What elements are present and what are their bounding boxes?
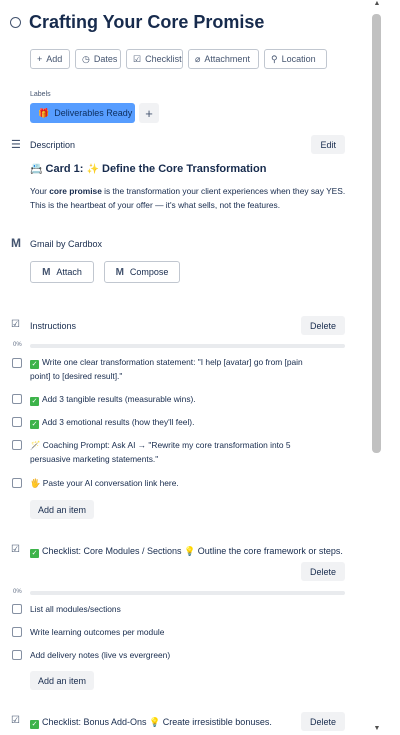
gmail-compose-button[interactable]: M Compose	[104, 261, 180, 283]
delete-bonus-button[interactable]: Delete	[300, 712, 345, 731]
checklist-item-text: Add 3 tangible results (measurable wins)…	[42, 394, 196, 404]
check-mark-icon: ✓	[30, 360, 39, 369]
add-label-button[interactable]: +	[139, 103, 159, 123]
paperclip-icon: ⌀	[195, 53, 201, 64]
checklist-button-label: Checklist	[145, 54, 182, 64]
description-card-heading: 📇 Card 1: ✨ Define the Core Transformati…	[30, 163, 266, 175]
plus-icon: +	[37, 54, 43, 64]
attachment-button[interactable]: ⌀ Attachment	[188, 49, 259, 69]
checklist-item[interactable]: Write learning outcomes per module	[30, 625, 320, 639]
check-mark-icon: ✓	[30, 420, 39, 429]
checklist-item-checkbox[interactable]	[12, 358, 22, 368]
checklist-item[interactable]: ✓ Add 3 tangible results (measurable wins…	[30, 392, 320, 406]
check-mark-icon: ✓	[30, 397, 39, 406]
bonus-heading-text: Checklist: Bonus Add-Ons	[42, 717, 150, 727]
gmail-attach-button[interactable]: M Attach	[30, 261, 94, 283]
attachment-button-label: Attachment	[204, 54, 250, 64]
checklist-item-checkbox[interactable]	[12, 604, 22, 614]
complete-toggle[interactable]	[10, 17, 21, 28]
checklist-item-text: Paste your AI conversation link here.	[42, 478, 179, 488]
checklist-item-text: Write one clear transformation statement…	[30, 357, 303, 381]
gift-icon: 🎁	[38, 107, 50, 118]
scrollbar-thumb[interactable]	[372, 14, 381, 453]
modules-heading: ✓ Checklist: Core Modules / Sections 💡 Ou…	[30, 546, 343, 558]
check-mark-icon: ✓	[30, 720, 39, 729]
modules-heading-text: Checklist: Core Modules / Sections	[42, 546, 185, 556]
card-actions: + Add ◷ Dates ☑ Checklist ⌀ Attachment ⚲…	[30, 49, 327, 69]
add-button[interactable]: + Add	[30, 49, 70, 69]
check-mark-icon: ✓	[30, 549, 39, 558]
add-item-button[interactable]: Add an item	[30, 500, 95, 519]
instructions-progress-label: 0%	[13, 342, 22, 348]
description-icon: ☰	[11, 139, 21, 151]
checklist-item[interactable]: 🖐 Paste your AI conversation link here.	[30, 476, 320, 490]
card-detail-panel: Crafting Your Core Promise + Add ◷ Dates…	[0, 0, 372, 735]
description-heading: Description	[30, 140, 76, 150]
lightbulb-icon: 💡	[149, 717, 161, 727]
card-heading-label: Card 1:	[45, 163, 87, 175]
gmail-compose-label: Compose	[129, 267, 169, 277]
sparkles-icon: ✨	[86, 164, 99, 175]
add-item-button[interactable]: Add an item	[30, 671, 95, 690]
hand-icon: 🖐	[30, 478, 43, 488]
checklist-item[interactable]: List all modules/sections	[30, 602, 320, 616]
lightbulb-icon: 💡	[184, 546, 196, 556]
description-text-bold: core promise	[49, 186, 102, 196]
dates-button[interactable]: ◷ Dates	[75, 49, 121, 69]
modules-progress-bar	[30, 591, 345, 595]
card-heading-text: Define the Core Transformation	[98, 163, 267, 175]
clock-icon: ◷	[82, 53, 90, 64]
checklist-item-checkbox[interactable]	[12, 394, 22, 404]
gmail-icon: M	[42, 266, 51, 278]
gmail-icon: M	[115, 266, 124, 278]
checklist-item-text: Add 3 emotional results (how they'll fee…	[42, 417, 195, 427]
checklist-item-checkbox[interactable]	[12, 417, 22, 427]
dates-button-label: Dates	[93, 54, 118, 64]
label-deliverables-ready[interactable]: 🎁 Deliverables Ready	[30, 103, 135, 123]
card-index-icon: 📇	[30, 164, 43, 175]
gmail-attach-label: Attach	[56, 267, 82, 277]
checklist-item-checkbox[interactable]	[12, 478, 22, 488]
instructions-progress-bar	[30, 344, 345, 348]
checklist-item[interactable]: Add delivery notes (live vs evergreen)	[30, 648, 320, 662]
delete-modules-button[interactable]: Delete	[300, 562, 345, 581]
labels-heading: Labels	[30, 91, 51, 98]
checklist-icon: ☑	[11, 544, 20, 555]
checklist-item-checkbox[interactable]	[12, 650, 22, 660]
bonus-heading: ✓ Checklist: Bonus Add-Ons 💡 Create irres…	[30, 717, 272, 729]
checklist-item-checkbox[interactable]	[12, 627, 22, 637]
checklist-item[interactable]: ✓ Add 3 emotional results (how they'll fe…	[30, 415, 320, 429]
edit-description-button[interactable]: Edit	[311, 135, 345, 154]
location-icon: ⚲	[271, 53, 278, 64]
card-title[interactable]: Crafting Your Core Promise	[29, 12, 264, 33]
description-text-pre: Your	[30, 186, 50, 196]
gmail-heading: Gmail by Cardbox	[30, 239, 103, 249]
location-button[interactable]: ⚲ Location	[264, 49, 327, 69]
checklist-icon: ☑	[11, 715, 20, 726]
gmail-icon: M	[11, 236, 21, 250]
checklist-item-text: Coaching Prompt: Ask AI → "Rewrite my co…	[30, 440, 291, 464]
checklist-button[interactable]: ☑ Checklist	[126, 49, 183, 69]
checklist-item[interactable]: 🪄 Coaching Prompt: Ask AI → "Rewrite my …	[30, 438, 320, 466]
checklist-icon: ☑	[11, 319, 20, 330]
magic-wand-icon: 🪄	[30, 440, 43, 450]
checklist-item-checkbox[interactable]	[12, 440, 22, 450]
instructions-heading: Instructions	[30, 321, 77, 331]
card-title-row: Crafting Your Core Promise	[10, 12, 264, 33]
label-chip-text: Deliverables Ready	[54, 108, 133, 118]
modules-heading-rest: Outline the core framework or steps.	[195, 546, 343, 556]
checklist-item[interactable]: ✓ Write one clear transformation statemen…	[30, 355, 320, 383]
checklist-icon: ☑	[133, 53, 142, 64]
scroll-down-arrow-icon[interactable]: ▼	[373, 725, 381, 732]
bonus-heading-rest: Create irresistible bonuses.	[160, 717, 272, 727]
add-button-label: Add	[46, 54, 63, 64]
description-body: Your core promise is the transformation …	[30, 184, 350, 212]
location-button-label: Location	[281, 54, 316, 64]
scroll-up-arrow-icon[interactable]: ▲	[373, 0, 381, 7]
modules-progress-label: 0%	[13, 589, 22, 595]
delete-instructions-button[interactable]: Delete	[300, 316, 345, 335]
